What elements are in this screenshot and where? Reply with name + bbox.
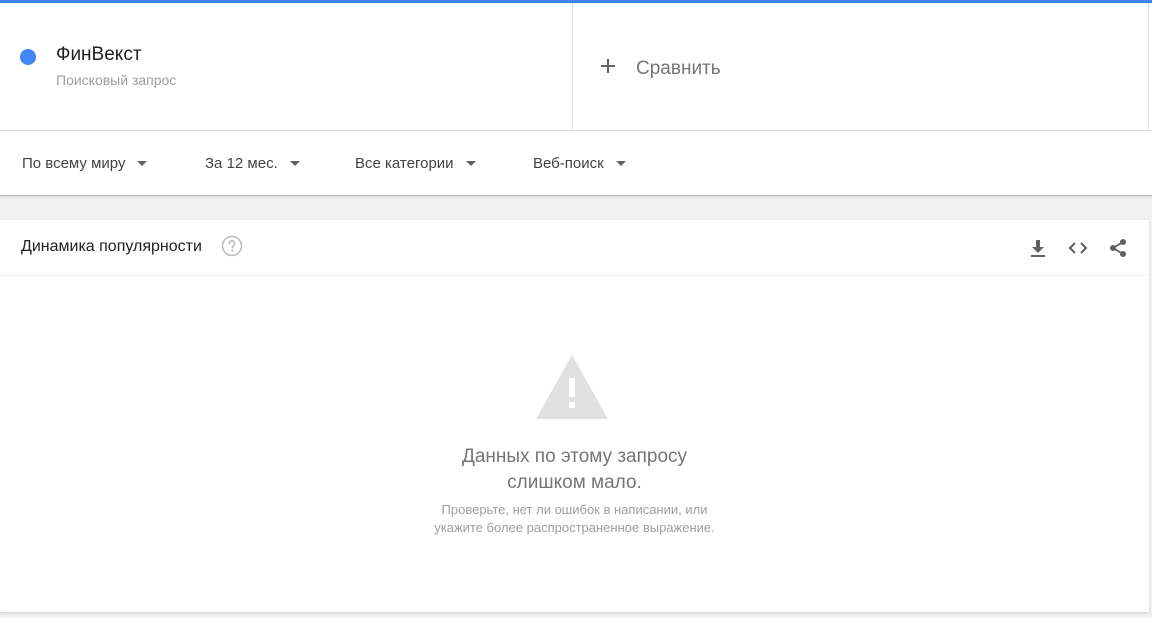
help-icon[interactable] bbox=[221, 235, 243, 257]
panel-header: Динамика популярности bbox=[0, 220, 1149, 276]
panel-title: Динамика популярности bbox=[21, 238, 202, 255]
compare-row: ФинВекст Поисковый запрос Сравнить bbox=[0, 3, 1152, 131]
filter-category-dropdown[interactable]: Все категории bbox=[355, 153, 476, 173]
empty-state-hint-line-2: укажите более распространенное выражение… bbox=[434, 520, 715, 535]
plus-icon bbox=[601, 59, 615, 73]
filter-search-type-dropdown[interactable]: Веб-поиск bbox=[533, 153, 626, 173]
caret-down-icon bbox=[137, 160, 148, 166]
filter-time-dropdown[interactable]: За 12 мес. bbox=[205, 153, 300, 173]
empty-state-hint-line-1: Проверьте, нет ли ошибок в написании, ил… bbox=[441, 502, 708, 517]
filter-search-type-label: Веб-поиск bbox=[533, 154, 604, 172]
empty-state-title: Данных по этому запросу слишком мало. bbox=[0, 444, 1149, 496]
empty-state-title-line-2: слишком мало. bbox=[507, 472, 642, 493]
compare-label: Сравнить bbox=[636, 58, 721, 79]
compare-button[interactable]: Сравнить bbox=[573, 3, 1149, 130]
search-term-card[interactable]: ФинВекст Поисковый запрос bbox=[0, 3, 573, 130]
embed-icon[interactable] bbox=[1067, 237, 1089, 259]
download-icon[interactable] bbox=[1027, 237, 1049, 259]
filter-region-dropdown[interactable]: По всему миру bbox=[22, 153, 148, 173]
filter-category-label: Все категории bbox=[355, 154, 454, 172]
interest-over-time-panel: Динамика популярности Данных по этому за… bbox=[0, 220, 1149, 612]
empty-state-title-line-1: Данных по этому запросу bbox=[461, 446, 688, 467]
search-term-type: Поисковый запрос bbox=[56, 72, 177, 88]
share-icon[interactable] bbox=[1107, 237, 1129, 259]
caret-down-icon bbox=[615, 160, 626, 166]
warning-icon bbox=[536, 355, 608, 419]
series-color-dot bbox=[20, 49, 36, 65]
filter-bar: По всему миру За 12 мес. Все категории В… bbox=[0, 131, 1152, 196]
caret-down-icon bbox=[289, 160, 300, 166]
filter-region-label: По всему миру bbox=[22, 154, 126, 172]
search-term-name[interactable]: ФинВекст bbox=[56, 44, 142, 66]
filter-time-label: За 12 мес. bbox=[205, 154, 278, 172]
empty-state-hint: Проверьте, нет ли ошибок в написании, ил… bbox=[0, 501, 1149, 537]
caret-down-icon bbox=[465, 160, 476, 166]
